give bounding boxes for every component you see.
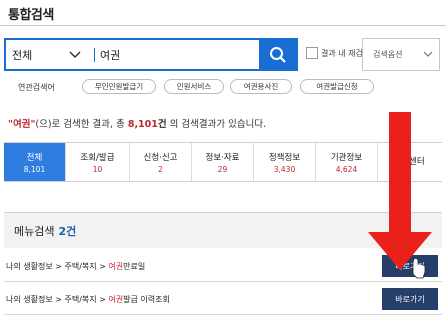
tab-count: 3,430 <box>273 164 296 174</box>
tab-label: 신청·신고 <box>143 152 178 163</box>
tab-label: 기관정보 <box>330 152 363 163</box>
menu-search-title: 메뉴검색 <box>14 224 55 238</box>
tab-application[interactable]: 신청·신고 2 <box>130 143 192 181</box>
result-total: 8,101 <box>127 119 158 130</box>
tab-label: 고객센터 <box>393 157 425 167</box>
related-tag[interactable]: 민원서비스 <box>164 79 224 94</box>
tab-label: 정책정보 <box>268 152 301 163</box>
chevron-down-icon <box>423 51 433 57</box>
related-tag[interactable]: 여권발급신청 <box>300 79 374 94</box>
search-button[interactable] <box>259 40 296 69</box>
go-button[interactable]: 바로가기 <box>382 288 438 310</box>
menu-result-row: 나의 생활정보 > 주택/복지 > 여권만료일 바로가기 <box>4 252 442 282</box>
menu-search-count: 2건 <box>58 224 77 238</box>
title-divider <box>0 25 446 26</box>
path-prefix: 나의 생활정보 > 주택/복지 > <box>6 295 109 304</box>
rescan-toggle[interactable]: 결과 내 재검색 <box>306 47 370 59</box>
tab-customer-center[interactable]: 고객센터 <box>378 143 440 181</box>
menu-result-path[interactable]: 나의 생활정보 > 주택/복지 > 여권만료일 <box>6 261 145 272</box>
tab-inquiry-issue[interactable]: 조회/발급 10 <box>66 143 130 181</box>
tab-label: 정보·자료 <box>205 152 240 163</box>
tab-policy[interactable]: 정책정보 3,430 <box>254 143 316 181</box>
tab-label: 전체 <box>26 152 43 163</box>
path-highlight: 여권 <box>108 262 124 271</box>
chevron-down-icon <box>69 51 81 59</box>
related-tag[interactable]: 여권용사진 <box>230 79 292 94</box>
result-summary: "여권"(으)로 검색한 결과, 총 8,101건 의 검색결과가 있습니다. <box>8 116 266 130</box>
category-tabs: 전체 8,101 조회/발급 10 신청·신고 2 정보·자료 29 정책정보 … <box>4 142 442 182</box>
scope-select-value: 전체 <box>12 48 33 62</box>
tab-label: 조회/발급 <box>80 152 115 163</box>
path-highlight: 여권 <box>108 295 124 304</box>
tab-count: 10 <box>92 164 103 174</box>
tab-count: 8,101 <box>23 164 46 174</box>
related-keywords-label: 연관검색어 <box>18 83 55 92</box>
path-suffix: 만료일 <box>123 262 146 271</box>
result-mid: (으)로 검색한 결과, 총 <box>35 119 128 130</box>
menu-result-row: 나의 생활정보 > 주택/복지 > 여권발급 이력조회 바로가기 <box>4 285 442 315</box>
path-suffix: 발급 이력조회 <box>123 295 170 304</box>
tab-count: 2 <box>158 164 163 174</box>
go-button[interactable]: 바로가기 <box>382 255 438 277</box>
tab-all[interactable]: 전체 8,101 <box>4 143 66 181</box>
path-prefix: 나의 생활정보 > 주택/복지 > <box>6 262 109 271</box>
search-box: 전체 <box>4 38 298 71</box>
page-title: 통합검색 <box>8 8 54 23</box>
tab-count: 29 <box>217 164 228 174</box>
menu-search-header: 메뉴검색 2건 <box>4 212 442 248</box>
result-unit: 건 <box>157 119 167 130</box>
result-keyword: 여권 <box>12 119 31 130</box>
menu-result-path[interactable]: 나의 생활정보 > 주택/복지 > 여권발급 이력조회 <box>6 294 170 305</box>
search-options-button[interactable]: 검색옵션 <box>362 38 440 71</box>
search-input[interactable] <box>100 44 260 65</box>
tab-info-data[interactable]: 정보·자료 29 <box>192 143 254 181</box>
tab-agency[interactable]: 기관정보 4,624 <box>316 143 378 181</box>
rescan-checkbox[interactable] <box>306 47 318 59</box>
related-tag[interactable]: 무인민원발급기 <box>82 79 156 94</box>
search-icon <box>269 46 286 63</box>
search-divider <box>94 48 95 62</box>
search-options-label: 검색옵션 <box>373 50 403 59</box>
scope-select[interactable]: 전체 <box>6 40 92 69</box>
result-tail: 의 검색결과가 있습니다. <box>166 119 267 130</box>
tab-count: 4,624 <box>335 164 358 174</box>
